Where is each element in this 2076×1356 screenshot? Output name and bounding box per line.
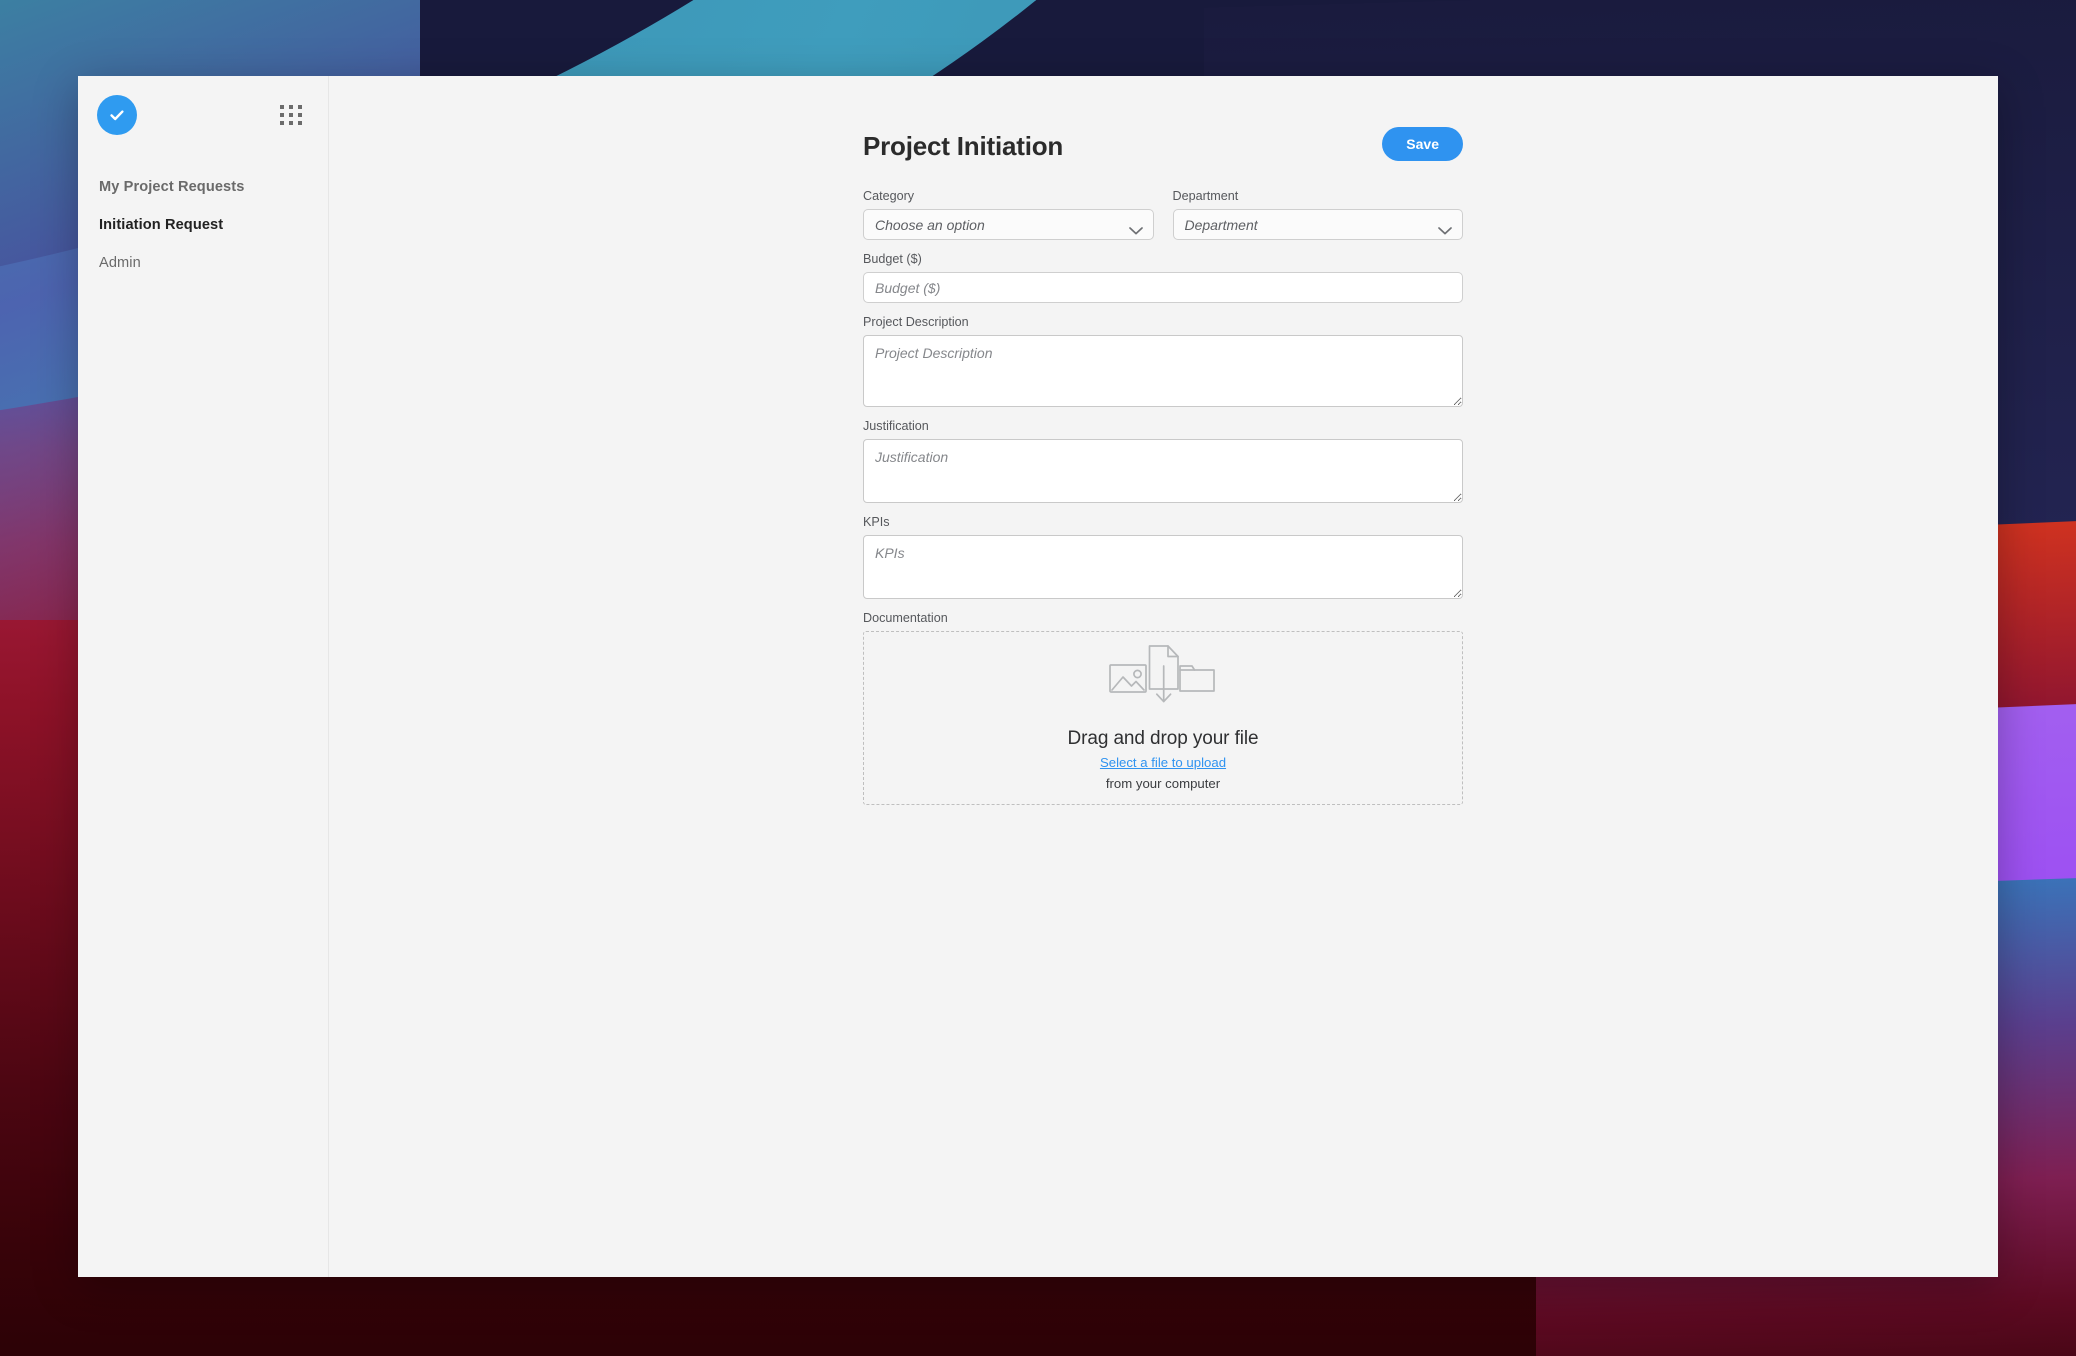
initiation-request-form: Project Initiation Save Category Choose … bbox=[863, 126, 1463, 805]
department-label: Department bbox=[1172, 189, 1239, 203]
justification-field-group: Justification bbox=[863, 419, 1463, 503]
project-description-field-group: Project Description bbox=[863, 315, 1463, 407]
sidebar-item-initiation-request[interactable]: Initiation Request bbox=[78, 206, 328, 244]
check-circle-icon[interactable] bbox=[97, 95, 137, 135]
app-window: My Project Requests Initiation Request A… bbox=[78, 76, 1998, 1277]
sidebar-item-my-project-requests[interactable]: My Project Requests bbox=[78, 168, 328, 206]
category-field-group: Category Choose an option bbox=[863, 189, 1154, 240]
sidebar-item-admin[interactable]: Admin bbox=[78, 244, 328, 282]
category-select[interactable]: Choose an option bbox=[863, 209, 1154, 240]
documentation-label: Documentation bbox=[863, 611, 948, 625]
department-field-group: Department Department bbox=[1172, 189, 1463, 240]
category-department-row: Category Choose an option Department Dep… bbox=[863, 189, 1463, 240]
justification-label: Justification bbox=[863, 419, 929, 433]
page-title: Project Initiation bbox=[863, 131, 1064, 161]
select-file-link[interactable]: Select a file to upload bbox=[1100, 754, 1226, 771]
image-document-folder-upload-icon bbox=[1108, 644, 1218, 711]
budget-input[interactable] bbox=[863, 272, 1463, 303]
file-dropzone[interactable]: Drag and drop your file Select a file to… bbox=[863, 631, 1463, 805]
project-description-input[interactable] bbox=[863, 335, 1463, 407]
budget-label: Budget ($) bbox=[863, 252, 922, 266]
dropzone-title: Drag and drop your file bbox=[1067, 728, 1259, 749]
page-header: Project Initiation Save bbox=[863, 126, 1463, 184]
department-select[interactable]: Department bbox=[1172, 209, 1463, 240]
justification-input[interactable] bbox=[863, 439, 1463, 503]
project-description-label: Project Description bbox=[863, 315, 969, 329]
kpis-input[interactable] bbox=[863, 535, 1463, 599]
main-content: Project Initiation Save Category Choose … bbox=[329, 76, 1998, 1277]
dropzone-subtitle: from your computer bbox=[1105, 776, 1221, 791]
sidebar-nav: My Project Requests Initiation Request A… bbox=[78, 168, 328, 282]
category-label: Category bbox=[863, 189, 915, 203]
save-button[interactable]: Save bbox=[1382, 127, 1463, 161]
apps-grid-icon[interactable] bbox=[280, 105, 302, 127]
sidebar-header bbox=[78, 76, 328, 168]
kpis-field-group: KPIs bbox=[863, 515, 1463, 599]
documentation-field-group: Documentation Drag and drop your file Se… bbox=[863, 611, 1463, 805]
sidebar: My Project Requests Initiation Request A… bbox=[78, 76, 329, 1277]
budget-field-group: Budget ($) bbox=[863, 252, 1463, 303]
kpis-label: KPIs bbox=[863, 515, 890, 529]
